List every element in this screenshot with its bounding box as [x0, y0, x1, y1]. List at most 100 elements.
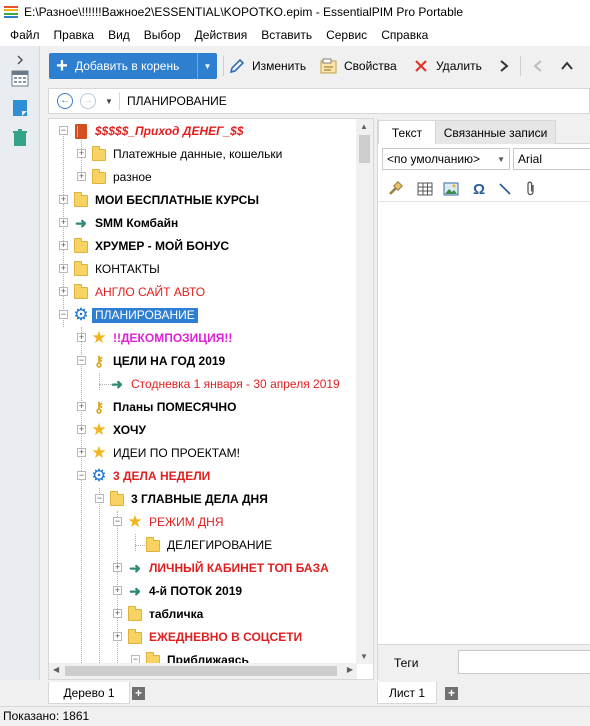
tree-row[interactable]: + ХРУМЕР - МОЙ БОНУС [49, 235, 357, 258]
expand-toggle[interactable]: + [113, 632, 122, 641]
window-title: E:\Разное\!!!!!!Важное2\ESSENTIAL\KOPOTK… [24, 5, 464, 19]
tree-row[interactable]: − ⚙ 3 ДЕЛА НЕДЕЛИ [49, 465, 357, 488]
add-tree-tab-icon[interactable]: + [132, 687, 145, 700]
key-icon: ⚷ [93, 399, 105, 415]
expand-toggle[interactable]: + [77, 333, 86, 342]
tree-row[interactable]: − ★ РЕЖИМ ДНЯ [49, 511, 357, 534]
menu-view[interactable]: Вид [101, 24, 137, 46]
note-text-area[interactable] [378, 203, 590, 643]
tree-row[interactable]: + ➜ SMM Комбайн [49, 212, 357, 235]
tree-row[interactable]: − 3 ГЛАВНЫЕ ДЕЛА ДНЯ [49, 488, 357, 511]
expand-toggle[interactable]: + [77, 402, 86, 411]
nav-previous-chevron-icon[interactable] [532, 53, 544, 79]
tab-tree-1[interactable]: Дерево 1 [48, 682, 130, 704]
forward-arrow-icon[interactable]: → [80, 93, 96, 109]
tab-text[interactable]: Текст [378, 120, 436, 144]
scroll-up-icon[interactable]: ▲ [360, 122, 368, 131]
attachment-icon[interactable] [522, 180, 540, 198]
menu-select[interactable]: Выбор [137, 24, 188, 46]
more-chevron-right-icon[interactable] [498, 53, 510, 79]
tree-row[interactable]: + ➜ 4-й ПОТОК 2019 [49, 580, 357, 603]
folder-icon [145, 537, 161, 553]
tree-row[interactable]: + МОИ БЕСПЛАТНЫЕ КУРСЫ [49, 189, 357, 212]
scrollbar-thumb[interactable] [359, 135, 370, 163]
tree-vertical-scrollbar[interactable]: ▲ ▼ [356, 119, 373, 664]
collapse-toggle[interactable]: − [59, 126, 68, 135]
expand-toggle[interactable]: + [59, 218, 68, 227]
properties-label: Свойства [344, 59, 397, 73]
menu-edit[interactable]: Правка [47, 24, 102, 46]
notes-icon[interactable] [8, 96, 32, 120]
omega-symbol-icon[interactable]: Ω [470, 180, 488, 198]
tree-row-label: ПЛАНИРОВАНИЕ [92, 308, 198, 323]
collapse-toggle[interactable]: − [95, 494, 104, 503]
scroll-left-icon[interactable]: ◀ [53, 665, 59, 674]
expand-toggle[interactable]: + [113, 586, 122, 595]
scroll-down-icon[interactable]: ▼ [360, 652, 368, 661]
tree-row[interactable]: + ⚷ Планы ПОМЕСЯЧНО [49, 396, 357, 419]
expand-toggle[interactable]: + [77, 172, 86, 181]
menu-actions[interactable]: Действия [188, 24, 255, 46]
collapse-toggle[interactable]: − [77, 356, 86, 365]
expand-toggle[interactable]: + [77, 425, 86, 434]
collapse-up-chevron-icon[interactable] [560, 53, 574, 79]
tree-row[interactable]: + ★ ХОЧУ [49, 419, 357, 442]
tree-row-label: !!ДЕКОМПОЗИЦИЯ!! [113, 331, 233, 345]
menu-tools[interactable]: Сервис [319, 24, 374, 46]
tree-row-label: РЕЖИМ ДНЯ [149, 515, 224, 529]
format-painter-icon[interactable] [386, 180, 404, 198]
table-icon[interactable] [416, 180, 434, 198]
add-sheet-tab-icon[interactable]: + [445, 687, 458, 700]
image-icon[interactable] [442, 180, 460, 198]
delete-x-icon [412, 57, 430, 75]
properties-button[interactable]: Свойства [320, 53, 397, 79]
tree-row[interactable]: + КОНТАКТЫ [49, 258, 357, 281]
delete-button[interactable]: Удалить [412, 53, 482, 79]
expand-toggle[interactable]: + [59, 241, 68, 250]
menu-insert[interactable]: Вставить [254, 24, 319, 46]
menu-help[interactable]: Справка [374, 24, 435, 46]
history-dropdown-icon[interactable]: ▼ [105, 97, 113, 106]
tree-row[interactable]: + ★ ИДЕИ ПО ПРОЕКТАМ! [49, 442, 357, 465]
expand-toggle[interactable]: + [113, 609, 122, 618]
line-icon[interactable] [496, 180, 514, 198]
paragraph-style-select[interactable]: <по умолчанию> ▼ [382, 148, 510, 170]
tree-row[interactable]: − $$$$$_Приход ДЕНЕГ_$$ [49, 120, 357, 143]
tree-row[interactable]: ➜ Стодневка 1 января - 30 апреля 2019 [49, 373, 357, 396]
tree-row[interactable]: + ★ !!ДЕКОМПОЗИЦИЯ!! [49, 327, 357, 350]
collapse-toggle[interactable]: − [59, 310, 68, 319]
edit-button[interactable]: Изменить [228, 53, 306, 79]
tags-input[interactable] [458, 650, 590, 674]
add-to-root-button[interactable]: + Добавить в корень ▼ [49, 53, 217, 79]
tree-row[interactable]: + Платежные данные, кошельки [49, 143, 357, 166]
scrollbar-thumb[interactable] [65, 666, 337, 676]
tree-row-label: 3 ГЛАВНЫЕ ДЕЛА ДНЯ [131, 492, 268, 506]
tab-sheet-1[interactable]: Лист 1 [377, 682, 437, 704]
tree-row[interactable]: + ➜ ЛИЧНЫЙ КАБИНЕТ ТОП БАЗА [49, 557, 357, 580]
font-select[interactable]: Arial [513, 148, 590, 170]
expand-toggle[interactable]: + [59, 287, 68, 296]
tree-row[interactable]: ДЕЛЕГИРОВАНИЕ [49, 534, 357, 557]
collapse-toggle[interactable]: − [77, 471, 86, 480]
tree-row[interactable]: + разное [49, 166, 357, 189]
tree-row-selected[interactable]: − ⚙ ПЛАНИРОВАНИЕ [49, 304, 357, 327]
tree-row[interactable]: − ⚷ ЦЕЛИ НА ГОД 2019 [49, 350, 357, 373]
tree-horizontal-scrollbar[interactable]: ◀ ▶ [49, 663, 357, 679]
collapse-toggle[interactable]: − [113, 517, 122, 526]
expand-toggle[interactable]: + [59, 264, 68, 273]
tree-row[interactable]: + табличка [49, 603, 357, 626]
expand-toggle[interactable]: + [59, 195, 68, 204]
trash-icon[interactable] [8, 126, 32, 150]
add-to-root-label: Добавить в корень [75, 59, 180, 73]
scroll-right-icon[interactable]: ▶ [347, 665, 353, 674]
add-dropdown-arrow-icon[interactable]: ▼ [197, 53, 217, 79]
back-arrow-icon[interactable]: ← [57, 93, 73, 109]
expand-toggle[interactable]: + [113, 563, 122, 572]
tab-linked-records[interactable]: Связанные записи [436, 120, 556, 144]
tree-row[interactable]: + АНГЛО САЙТ АВТО [49, 281, 357, 304]
expand-toggle[interactable]: + [77, 448, 86, 457]
menu-file[interactable]: Файл [4, 24, 47, 46]
calendar-icon[interactable] [8, 66, 32, 90]
tree-row[interactable]: + ЕЖЕДНЕВНО В СОЦСЕТИ [49, 626, 357, 649]
expand-toggle[interactable]: + [77, 149, 86, 158]
